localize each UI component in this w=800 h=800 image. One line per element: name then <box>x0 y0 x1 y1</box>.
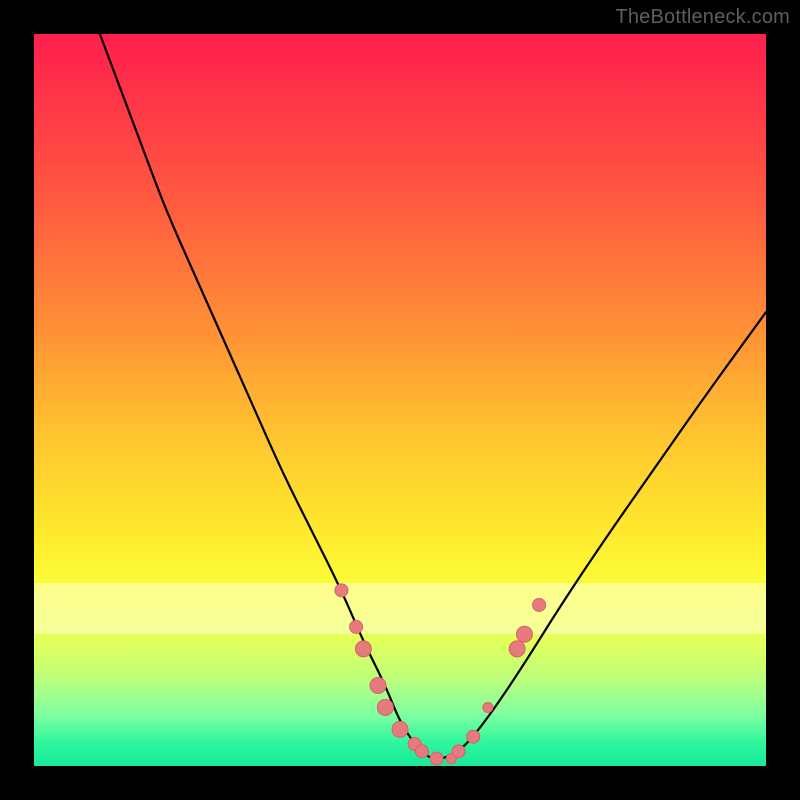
data-marker <box>452 745 465 758</box>
data-marker <box>415 745 428 758</box>
curve-layer <box>34 34 766 766</box>
marker-group <box>335 584 546 765</box>
attribution-text: TheBottleneck.com <box>615 6 790 29</box>
data-marker <box>516 626 532 642</box>
data-marker <box>370 677 386 693</box>
data-marker <box>335 584 348 597</box>
chart-stage: TheBottleneck.com <box>0 0 800 800</box>
data-marker <box>430 752 443 765</box>
data-marker <box>350 620 363 633</box>
data-marker <box>483 702 493 712</box>
data-marker <box>509 641 525 657</box>
data-marker <box>392 721 408 737</box>
data-marker <box>377 699 393 715</box>
data-marker <box>355 641 371 657</box>
data-marker <box>533 598 546 611</box>
bottleneck-curve <box>100 34 766 759</box>
data-marker <box>467 730 480 743</box>
